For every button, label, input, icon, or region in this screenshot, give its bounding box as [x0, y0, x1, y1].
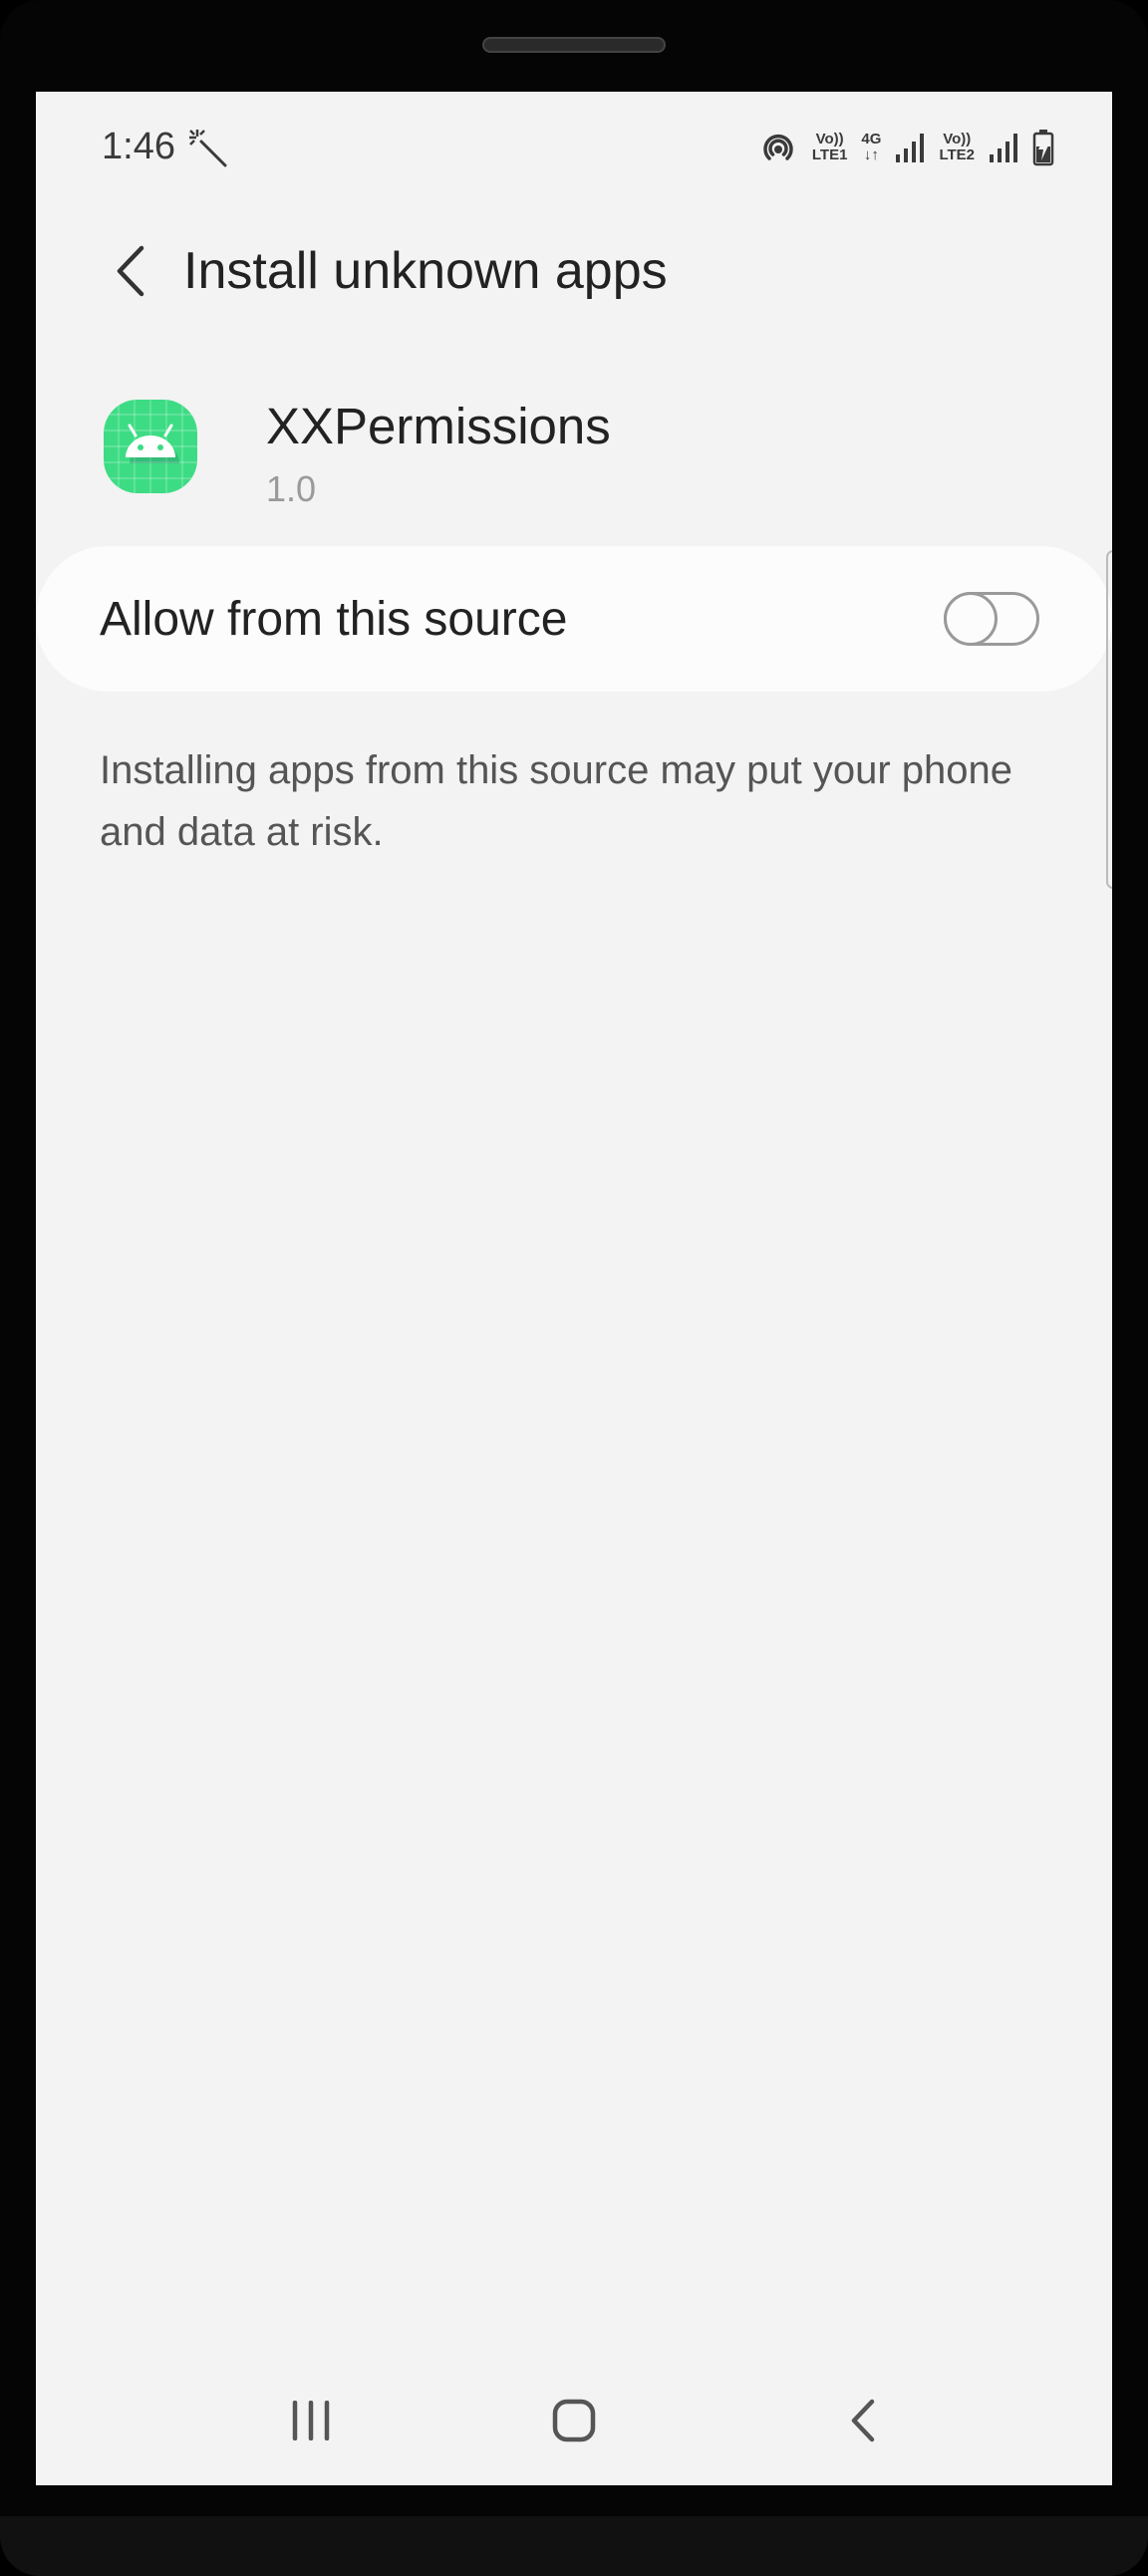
allow-source-label: Allow from this source: [100, 593, 568, 646]
signal-bars-icon: [990, 134, 1017, 162]
volte-lte1-indicator: Vo)) LTE1: [811, 131, 848, 163]
navigation-bar: [36, 2356, 1112, 2485]
screen: 1:46 Vo)) LTE1 4G ↓↑ Vo)) LTE2 Install u…: [36, 92, 1112, 2485]
nav-back-icon: [851, 2399, 875, 2442]
home-icon: [552, 2399, 596, 2442]
home-button[interactable]: [524, 2376, 624, 2465]
phone-frame: 1:46 Vo)) LTE1 4G ↓↑ Vo)) LTE2 Install u…: [0, 0, 1148, 2576]
page-title: Install unknown apps: [183, 242, 668, 300]
warning-description: Installing apps from this source may put…: [100, 748, 1013, 854]
battery-charging-icon: [1032, 130, 1054, 166]
app-name: XXPermissions: [266, 398, 611, 454]
hotspot-icon: [763, 134, 793, 160]
scrollbar[interactable]: [1106, 550, 1112, 889]
status-time: 1:46: [102, 126, 175, 167]
earpiece-speaker: [482, 37, 666, 53]
bottom-bezel: [0, 2516, 1148, 2576]
toggle-knob: [944, 592, 998, 646]
android-app-icon: [104, 400, 197, 493]
network-4g-indicator: 4G ↓↑: [861, 131, 882, 163]
status-bar: 1:46 Vo)) LTE1 4G ↓↑ Vo)) LTE2: [36, 92, 1112, 201]
magic-wand-icon: [189, 130, 227, 167]
allow-source-setting[interactable]: Allow from this source: [36, 546, 1112, 692]
volte-lte2-indicator: Vo)) LTE2: [939, 131, 975, 163]
recents-button[interactable]: [261, 2376, 361, 2465]
allow-source-toggle[interactable]: [944, 592, 1039, 646]
back-button[interactable]: [98, 227, 163, 315]
status-icons: Vo)) LTE1 4G ↓↑ Vo)) LTE2: [758, 126, 1054, 169]
back-arrow-icon: [117, 245, 144, 297]
signal-bars-icon: [896, 134, 925, 162]
app-version: 1.0: [266, 468, 317, 509]
nav-back-button[interactable]: [813, 2376, 913, 2465]
recents-icon: [292, 2401, 330, 2440]
android-robot-icon: [104, 400, 197, 493]
